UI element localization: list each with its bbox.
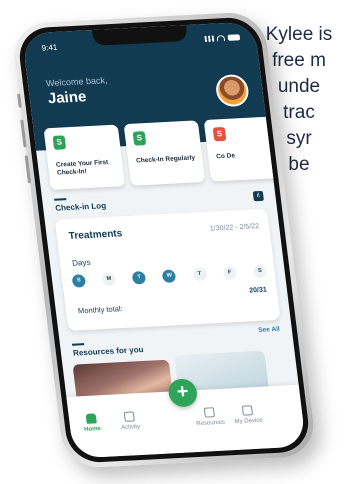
signal-icon <box>204 35 215 43</box>
tab-label: My Device <box>234 417 264 426</box>
avatar[interactable] <box>214 73 251 108</box>
user-name: Jaine <box>46 88 88 108</box>
activity-icon <box>123 411 135 422</box>
tab-my-device[interactable]: My Device <box>229 405 267 426</box>
tab-label: Activity <box>120 424 141 432</box>
welcome-text: Welcome back, <box>45 75 109 89</box>
see-all-link[interactable]: See All <box>258 326 280 334</box>
status-icons <box>204 34 241 43</box>
day-friday[interactable]: F <box>222 266 238 280</box>
day-wednesday[interactable]: W <box>162 269 177 283</box>
tab-activity[interactable]: Activity <box>111 411 149 432</box>
tab-label: Resources <box>195 419 226 428</box>
treatments-title: Treatments <box>68 228 123 242</box>
days-row: S M T W T F S <box>71 264 268 288</box>
phone-mockup: 9:41 Welcome back, Jaine S Create Your F… <box>10 11 318 469</box>
tab-label: Home <box>83 426 102 433</box>
tab-resources[interactable]: Resources <box>191 407 229 428</box>
day-sunday[interactable]: S <box>71 274 87 288</box>
day-thursday[interactable]: T <box>192 267 207 282</box>
tab-bar: Home Activity + Resources My Device <box>66 378 307 459</box>
checkin-log-title: Check-in Log <box>54 201 107 213</box>
document-icon: S <box>212 126 227 142</box>
monthly-total-label: Monthly total: <box>77 304 124 316</box>
day-saturday[interactable]: S <box>252 264 268 279</box>
card-title: Check-In Regularly <box>135 154 196 165</box>
monthly-count: 20/31 <box>248 286 268 295</box>
home-icon <box>85 413 97 424</box>
card-title: Co De <box>215 152 236 161</box>
document-icon: S <box>132 131 147 146</box>
day-tuesday[interactable]: T <box>131 270 147 285</box>
battery-icon <box>227 34 241 41</box>
device-icon <box>241 405 254 416</box>
card-checkin-regularly[interactable]: S Check-In Regularly <box>123 120 206 186</box>
onboarding-cards: S Create Your First Check-In! S Check-In… <box>43 116 286 194</box>
chart-icon[interactable]: il <box>252 190 264 202</box>
resources-title: Resources for you <box>72 344 144 358</box>
date-range: 1/30/22 - 2/5/22 <box>209 223 260 233</box>
treatments-card[interactable]: Treatments 1/30/22 - 2/5/22 Days S M T W… <box>54 208 281 331</box>
card-title: Create Your First Check-In! <box>55 159 109 177</box>
day-monday[interactable]: M <box>101 272 117 287</box>
tab-home[interactable]: Home <box>73 413 111 434</box>
days-label: Days <box>71 257 91 268</box>
document-icon: S <box>52 135 67 150</box>
card-first-checkin[interactable]: S Create Your First Check-In! <box>43 124 126 190</box>
wifi-icon <box>216 35 226 42</box>
resources-icon <box>203 407 215 418</box>
status-time: 9:41 <box>41 42 58 53</box>
